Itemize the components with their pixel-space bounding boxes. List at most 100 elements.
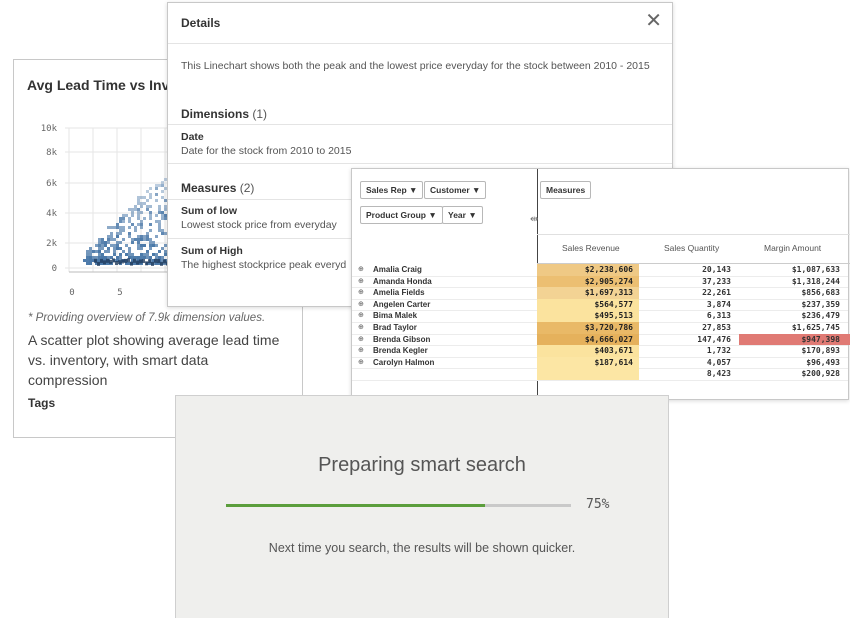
y-tick-label: 4k (46, 209, 57, 219)
scatter-point (128, 247, 131, 250)
scatter-point (131, 238, 134, 241)
product-group-dimension-chip[interactable]: Product Group ▼ (360, 206, 443, 224)
scatter-point (89, 262, 92, 265)
progress-bar (226, 504, 571, 507)
customer-dimension-chip[interactable]: Customer ▼ (424, 181, 487, 199)
sales-revenue-cell: $495,513 (537, 310, 639, 322)
scatter-point (148, 259, 151, 264)
scatter-point (119, 247, 122, 250)
sales-quantity-cell: 3,874 (706, 299, 731, 309)
sales-rep-cell: Angelen Carter (373, 299, 431, 309)
scatter-point (140, 223, 143, 226)
scatter-point (140, 256, 143, 259)
scatter-point (143, 253, 146, 256)
pivot-table-card[interactable]: Sales Rep ▼ Customer ▼ Product Group ▼ Y… (351, 168, 850, 400)
scatter-point (104, 241, 107, 244)
scatter-point (113, 244, 116, 247)
column-header-sales-quantity[interactable]: Sales Quantity (664, 243, 719, 253)
scatter-point (158, 208, 161, 211)
column-header-margin-amount[interactable]: Margin Amount (764, 243, 821, 253)
expand-icon[interactable]: ⊕ (358, 323, 364, 331)
expand-icon[interactable]: ⊕ (358, 311, 364, 319)
scatter-point (89, 247, 92, 250)
year-dimension-chip[interactable]: Year ▼ (442, 206, 483, 224)
scatter-point (155, 256, 158, 259)
scatter-point (136, 260, 139, 265)
details-header: Details ✕ (168, 3, 672, 44)
scatter-point (140, 247, 143, 250)
scatter-point (137, 256, 140, 259)
table-row[interactable]: 8,423 $200,928 (352, 368, 848, 381)
margin-amount-cell: $1,087,633 (791, 265, 840, 274)
expand-icon[interactable]: ⊕ (358, 335, 364, 343)
expand-icon[interactable]: ⊕ (358, 358, 364, 366)
scatter-point (143, 235, 146, 238)
expand-icon[interactable]: ⊕ (358, 288, 364, 296)
scatter-point (113, 247, 116, 250)
scatter-point (137, 199, 140, 202)
scatter-point (134, 238, 137, 241)
scatter-point (146, 256, 149, 259)
scatter-point (116, 232, 119, 235)
margin-amount-cell: $947,398 (739, 333, 850, 346)
scatter-point (146, 232, 149, 235)
scatter-point (161, 256, 164, 259)
scatter-point (107, 256, 110, 259)
sales-quantity-cell: 147,476 (697, 334, 731, 344)
scatter-point (134, 226, 137, 229)
scatter-point (92, 250, 95, 253)
scatter-point (140, 202, 143, 205)
scatter-point (112, 258, 115, 263)
scatter-point (121, 259, 124, 264)
scatter-point (142, 259, 145, 264)
close-icon[interactable]: ✕ (645, 11, 662, 31)
scatter-point (146, 235, 149, 238)
scatter-point (119, 229, 122, 232)
scatter-point (152, 244, 155, 247)
expand-icon[interactable]: ⊕ (358, 346, 364, 354)
scatter-point (119, 217, 122, 220)
y-tick-label: 6k (46, 179, 57, 189)
scatter-point (98, 256, 101, 259)
measure-description: Lowest stock price from everyday (181, 219, 337, 231)
tags-label: Tags (28, 396, 56, 410)
scatter-point (137, 208, 140, 211)
scatter-point (161, 232, 164, 235)
scatter-point (149, 211, 152, 214)
expand-icon[interactable]: ⊕ (358, 265, 364, 273)
y-tick-label: 2k (46, 239, 57, 249)
scatter-point (113, 250, 116, 253)
scatter-point (104, 244, 107, 247)
scatter-point (89, 259, 92, 262)
measure-name: Sum of High (181, 245, 243, 257)
sales-revenue-cell: $187,614 (537, 356, 639, 369)
sales-rep-cell: Brenda Gibson (373, 334, 431, 344)
scatter-point (131, 253, 134, 256)
progress-note: Next time you search, the results will b… (268, 541, 576, 555)
margin-amount-cell: $96,493 (806, 357, 840, 367)
scatter-point (158, 226, 161, 229)
expand-icon[interactable]: ⊕ (358, 277, 364, 285)
scatter-point (86, 253, 89, 256)
scatter-point (110, 235, 113, 238)
column-header-sales-revenue[interactable]: Sales Revenue (562, 243, 620, 253)
scatter-point (146, 199, 149, 202)
scatter-point (122, 229, 125, 232)
scatter-point (110, 238, 113, 241)
resize-handle-icon[interactable]: ⇹ (530, 214, 538, 225)
measures-chip[interactable]: Measures (540, 181, 592, 199)
scatter-point (158, 229, 161, 232)
scatter-point (137, 214, 140, 217)
x-tick-label: 5 (117, 288, 122, 298)
scatter-point (124, 258, 127, 263)
scatter-point (149, 238, 152, 241)
measures-heading: Measures (2) (181, 181, 254, 195)
expand-icon[interactable]: ⊕ (358, 300, 364, 308)
scatter-point (146, 190, 149, 193)
sales-revenue-cell: $4,666,027 (537, 333, 639, 346)
scatter-point (101, 238, 104, 241)
margin-amount-cell: $1,625,745 (791, 323, 840, 332)
dimensions-heading-label: Dimensions (181, 107, 250, 121)
scatter-point (155, 187, 158, 190)
sales-rep-dimension-chip[interactable]: Sales Rep ▼ (360, 181, 424, 199)
